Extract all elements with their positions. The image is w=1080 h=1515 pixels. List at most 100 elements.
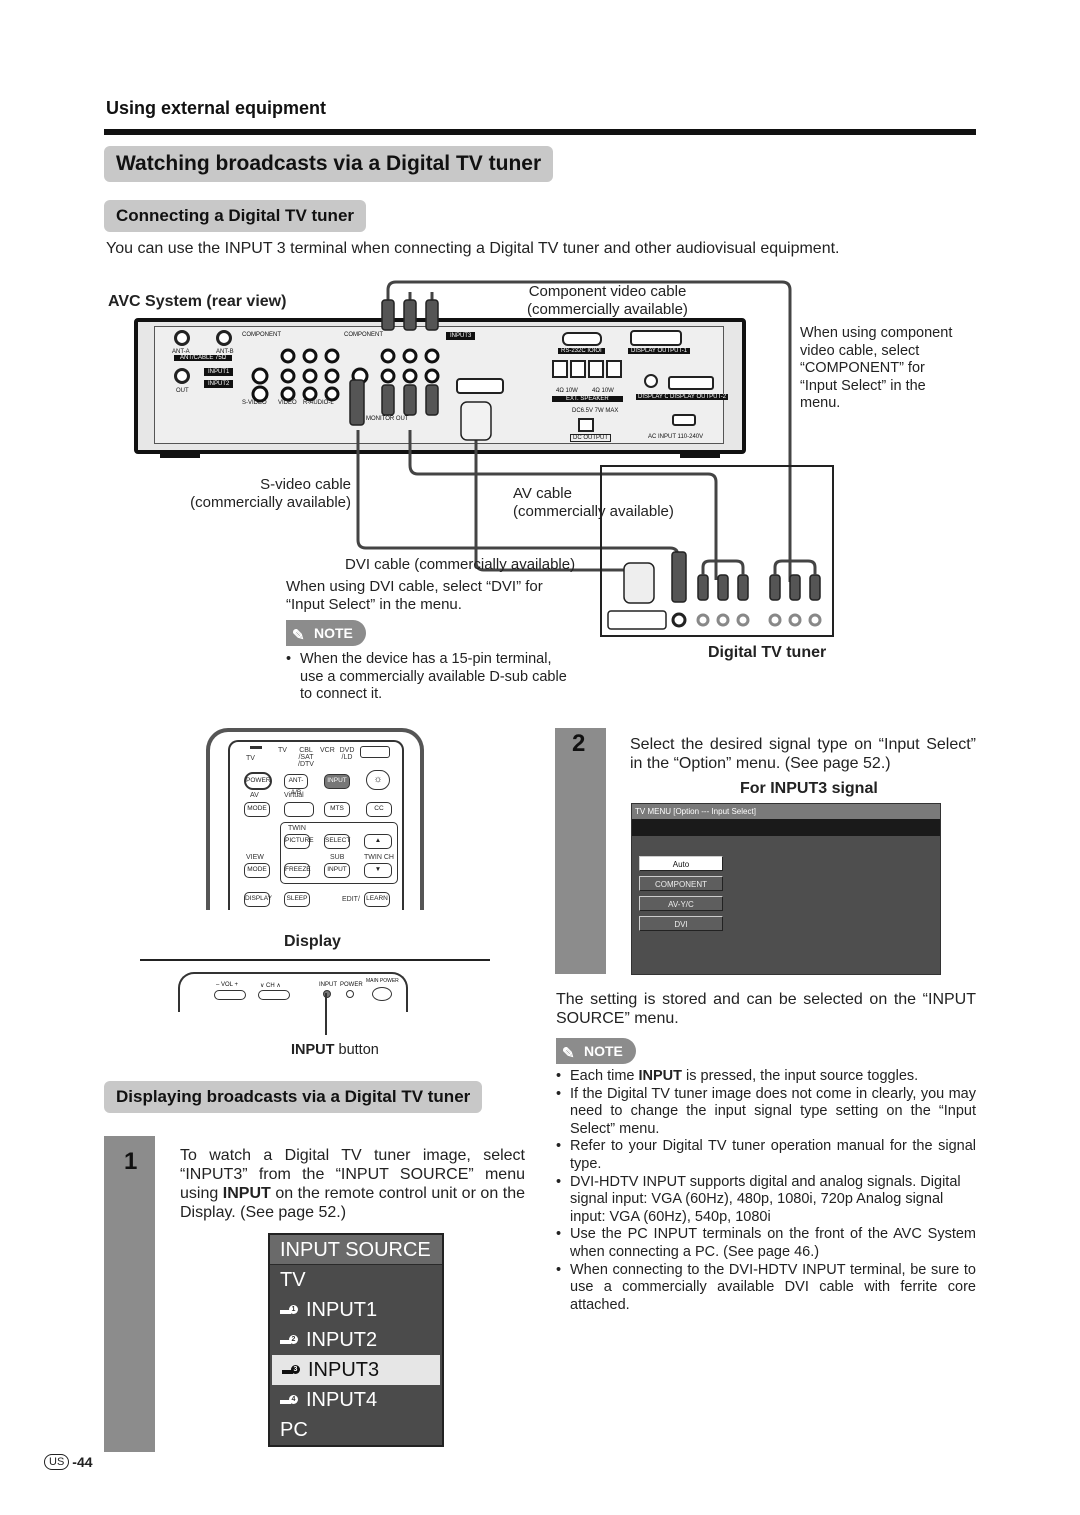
note-item: DVI-HDTV INPUT supports digital and anal…: [556, 1174, 976, 1227]
tv-menu-screen: TV MENU [Option --- Input Select] Auto C…: [631, 803, 941, 975]
dvd-switch-label: DVD /LD: [339, 747, 355, 761]
remote-av-mode-button[interactable]: MODE: [244, 802, 270, 817]
display-main-power-button[interactable]: [372, 987, 392, 1001]
display-output-1-port: [630, 330, 682, 346]
menu-item-pc[interactable]: PC: [270, 1415, 442, 1445]
input3-label: INPUT3: [446, 332, 476, 340]
main-power-label: MAIN POWER: [366, 978, 399, 984]
digital-tv-tuner-label: Digital TV tuner: [708, 644, 827, 661]
remote-control: TV TV CBL /SAT /DTV VCR DVD /LD POWER AN…: [206, 728, 424, 910]
digital-tv-tuner-box: [600, 465, 834, 637]
sub-label: SUB: [330, 854, 345, 861]
display-input-label: INPUT: [319, 982, 337, 988]
edit-label: EDIT/: [342, 896, 360, 903]
remote-virtual-button[interactable]: [284, 802, 314, 817]
ch-label: ∨ CH ∧: [260, 983, 281, 989]
menu-item-label: INPUT1: [306, 1299, 378, 1321]
display-divider: [140, 959, 490, 961]
rca-jacks: [251, 348, 440, 403]
menu-item-input2[interactable]: 2 INPUT2: [270, 1325, 442, 1355]
remote-display-button[interactable]: DISPLAY: [244, 892, 272, 907]
remote-power-button[interactable]: POWER: [244, 772, 272, 790]
monitor-out-label: MONITOR OUT: [366, 416, 409, 422]
section-header: Using external equipment: [106, 98, 327, 118]
component-note-line: “Input Select” in the: [800, 377, 926, 394]
note-item: Refer to your Digital TV tuner operation…: [556, 1138, 976, 1173]
note-item: Use the PC INPUT terminals on the front …: [556, 1226, 976, 1261]
speaker-terminals: [552, 360, 622, 378]
header-rule: [104, 129, 976, 135]
tv-menu-header: TV MENU [Option --- Input Select]: [632, 804, 940, 819]
mode-selector-switch[interactable]: [360, 746, 390, 758]
remote-twin-picture-button[interactable]: PICTURE: [284, 834, 314, 849]
ac-input-label: AC INPUT 110-240V: [648, 434, 704, 440]
page-title: Watching broadcasts via a Digital TV tun…: [104, 146, 554, 182]
twin-label: TWIN: [288, 825, 306, 832]
input-plug-icon: 3: [282, 1365, 300, 1375]
display-vol-buttons[interactable]: [214, 990, 246, 1000]
panel-foot-right: [680, 452, 720, 458]
page-footer: US -44: [44, 1454, 93, 1470]
note-badge-2: ✎ NOTE: [556, 1038, 636, 1064]
display-output-1-label: DISPLAY OUTPUT-1: [628, 348, 691, 354]
vol-label: – VOL +: [216, 982, 238, 988]
step1-text: To watch a Digital TV tuner image, selec…: [180, 1146, 525, 1222]
input-plug-icon: 1: [280, 1305, 298, 1315]
menu-item-label: INPUT3: [308, 1359, 380, 1381]
tv-mode-label: TV: [246, 755, 255, 762]
option-component[interactable]: COMPONENT: [639, 876, 723, 891]
step1-bold: INPUT: [222, 1185, 271, 1202]
remote-sub-input-button[interactable]: INPUT: [324, 863, 350, 878]
manual-page: Using external equipment Watching broadc…: [0, 0, 1080, 1515]
remote-twin-ch-up-button[interactable]: ▲: [364, 834, 392, 849]
panel-foot-left: [160, 452, 200, 458]
ac-input-port: [672, 414, 696, 426]
remote-cc-button[interactable]: CC: [366, 802, 392, 817]
remote-view-mode-button[interactable]: MODE: [244, 863, 270, 878]
out-label: OUT: [176, 388, 189, 394]
av-label: AV: [250, 792, 259, 799]
ant-out-connector: [174, 368, 190, 384]
vcr-switch-label: VCR: [320, 747, 335, 754]
display-output-2-port: [668, 376, 714, 390]
input-callout-bold: INPUT: [291, 1042, 335, 1058]
component-cable-line1: Component video cable: [528, 283, 687, 300]
display-power-button[interactable]: [346, 990, 354, 998]
tv-switch-label: TV: [278, 747, 287, 754]
region-badge: US: [44, 1454, 70, 1470]
menu-item-input1[interactable]: 1 INPUT1: [270, 1295, 442, 1325]
view-label: VIEW: [246, 854, 264, 861]
menu-item-input4[interactable]: 4 INPUT4: [270, 1385, 442, 1415]
remote-sleep-button[interactable]: SLEEP: [284, 892, 310, 907]
remote-select-button[interactable]: SELECT: [324, 834, 350, 849]
svideo-cable-label: S-video cable (commercially available): [176, 476, 351, 512]
menu-item-input3-selected[interactable]: 3 INPUT3: [272, 1355, 440, 1385]
option-av-yc[interactable]: AV-Y/C: [639, 896, 723, 911]
component-note: When using component video cable, select…: [800, 325, 952, 413]
input-callout-rest: button: [334, 1042, 379, 1058]
page-number: -44: [72, 1454, 93, 1470]
option-auto[interactable]: Auto: [639, 856, 723, 871]
step2-text: Select the desired signal type on “Input…: [630, 736, 976, 772]
component-note-line: video cable, select: [800, 342, 920, 359]
remote-freeze-button[interactable]: FREEZE: [284, 863, 311, 878]
menu-item-tv[interactable]: TV: [270, 1265, 442, 1295]
speaker-l-rating: 4Ω 10W: [592, 388, 614, 394]
cbl-switch-label: CBL /SAT /DTV: [298, 747, 314, 768]
remote-learn-button[interactable]: LEARN: [364, 892, 390, 907]
note-label: NOTE: [314, 625, 353, 641]
remote-input-button[interactable]: INPUT: [324, 774, 350, 789]
input-plug-icon: 2: [280, 1335, 298, 1345]
option-dvi[interactable]: DVI: [639, 916, 723, 931]
remote-mts-button[interactable]: MTS: [324, 802, 350, 817]
ant-cable-label: ANT/CABLE 75Ω: [174, 355, 233, 361]
display-output-2-label: DISPLAY OUTPUT-2: [668, 394, 729, 400]
remote-twin-ch-down-button[interactable]: ▼: [364, 863, 392, 878]
remote-ant-ab-button[interactable]: ANT-A/B: [284, 774, 308, 796]
svideo-cable-line2: (commercially available): [190, 494, 351, 511]
step1-bar: [104, 1136, 155, 1452]
remote-light-button[interactable]: ☼: [366, 770, 390, 790]
ant-a-connector: [174, 330, 190, 346]
input-button-callout: INPUT button: [291, 1042, 379, 1058]
display-ch-buttons[interactable]: [258, 990, 290, 1000]
